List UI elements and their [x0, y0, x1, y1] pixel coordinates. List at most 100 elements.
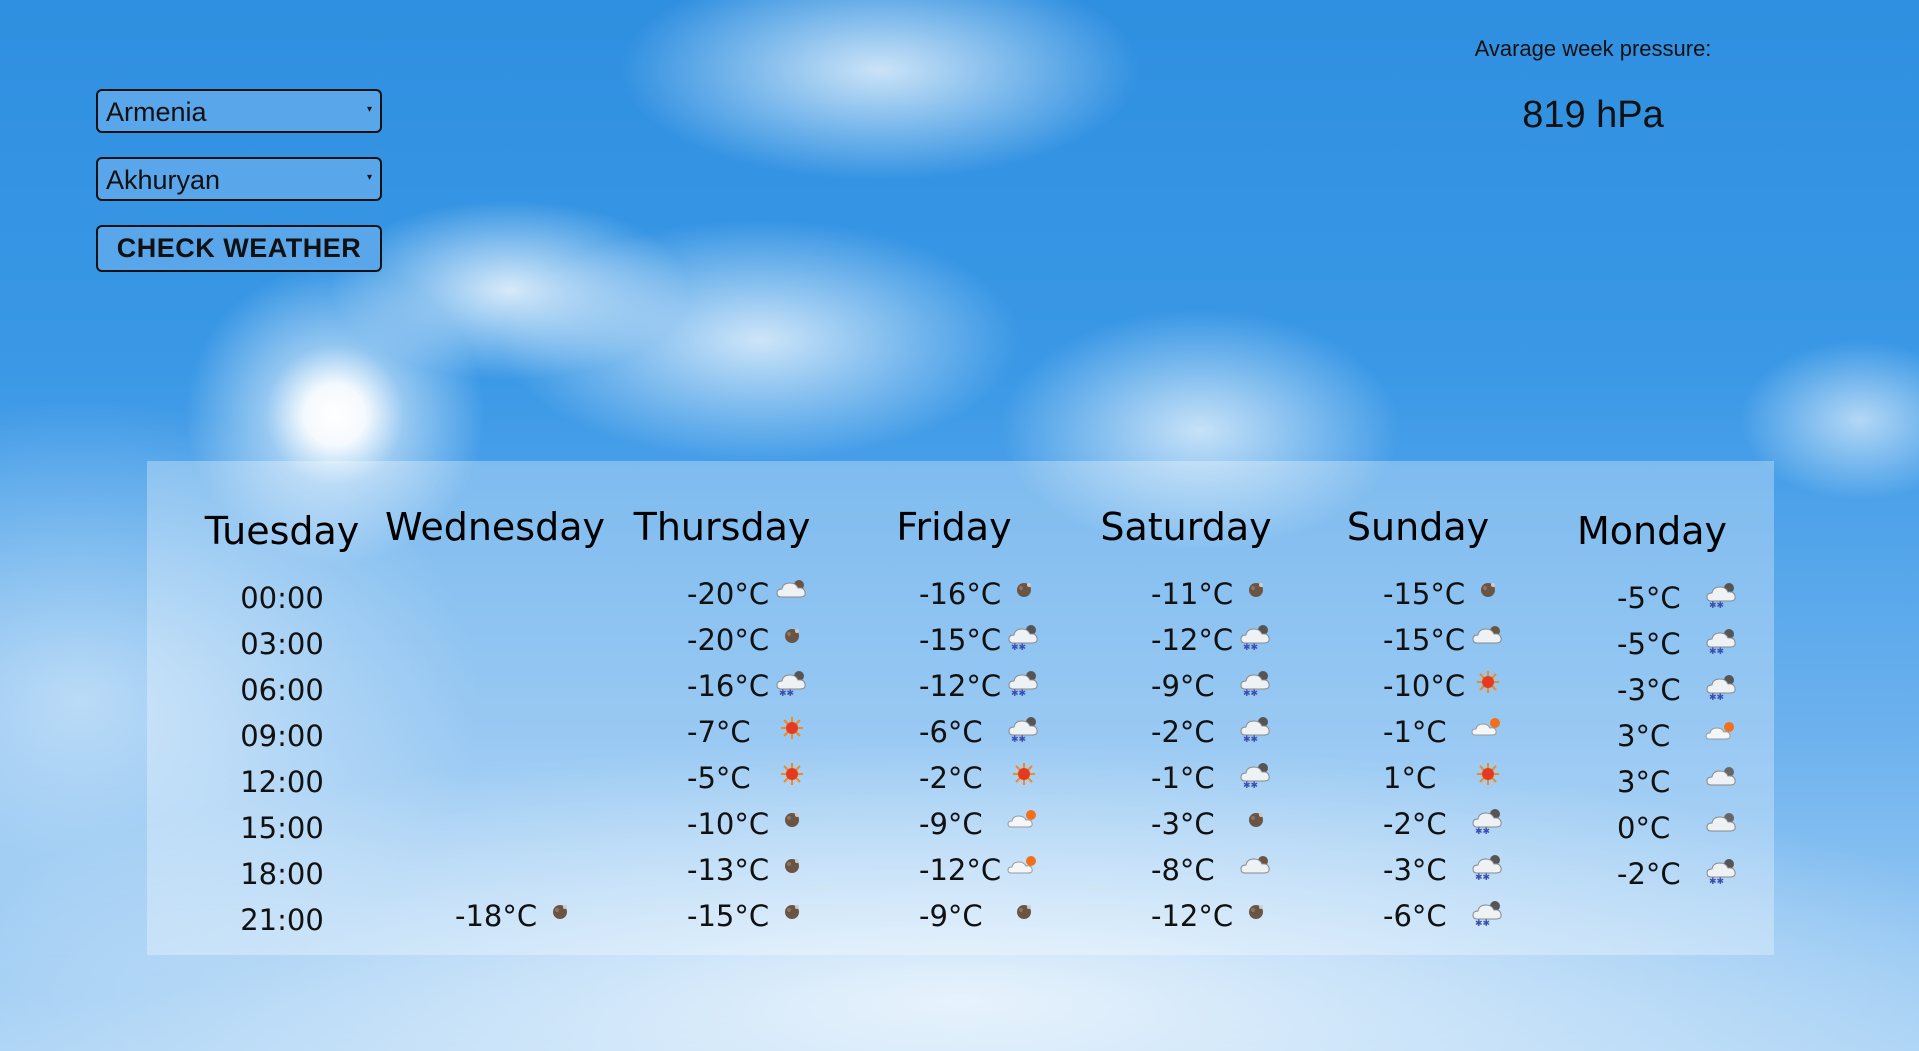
forecast-entry: -8°C — [1081, 853, 1291, 893]
clear-sky-icon — [1471, 667, 1505, 697]
check-weather-button[interactable]: CHECK WEATHER — [96, 225, 382, 272]
forecast-entry: -1°C ✱✱ — [1081, 761, 1291, 801]
overcast-clouds-icon — [1007, 897, 1041, 927]
forecast-entry: -3°C ✱✱ — [1547, 673, 1757, 713]
snow-icon: ✱✱ — [1007, 713, 1041, 745]
temperature-value: 3°C — [1617, 719, 1671, 753]
clear-sky-icon — [1471, 759, 1505, 789]
time-label: 06:00 — [177, 673, 387, 713]
temperature-value: -15°C — [1383, 577, 1466, 611]
temperature-value: -9°C — [1151, 669, 1215, 703]
forecast-entry: -6°C ✱✱ — [849, 715, 1059, 755]
time-text: 12:00 — [240, 765, 324, 799]
snow-icon: ✱✱ — [1471, 851, 1505, 883]
forecast-entry: -3°C ✱✱ — [1313, 853, 1523, 893]
temperature-value: -18°C — [455, 899, 538, 933]
temperature-value: -15°C — [1383, 623, 1466, 657]
temperature-value: -5°C — [1617, 581, 1681, 615]
forecast-entry: -9°C — [849, 807, 1059, 847]
temperature-value: -6°C — [919, 715, 983, 749]
pressure-value: 819 hPa — [1522, 94, 1664, 136]
forecast-entry: -10°C — [1313, 669, 1523, 709]
snow-icon: ✱✱ — [1705, 671, 1739, 703]
svg-text:✱✱: ✱✱ — [1243, 643, 1258, 651]
svg-text:✱✱: ✱✱ — [1011, 689, 1026, 697]
svg-text:✱✱: ✱✱ — [1011, 643, 1026, 651]
day-title: Friday — [896, 505, 1012, 549]
temperature-value: -15°C — [687, 899, 770, 933]
forecast-entry: -12°C — [849, 853, 1059, 893]
time-label: 09:00 — [177, 719, 387, 759]
svg-text:✱✱: ✱✱ — [1243, 735, 1258, 743]
temperature-value: -12°C — [1151, 899, 1234, 933]
forecast-entry: -12°C ✱✱ — [1081, 623, 1291, 663]
chevron-down-icon: ▾ — [366, 172, 372, 183]
temperature-value: -20°C — [687, 577, 770, 611]
temperature-value: -16°C — [687, 669, 770, 703]
temperature-value: 3°C — [1617, 765, 1671, 799]
scattered-clouds-icon — [1705, 763, 1739, 793]
temperature-value: 1°C — [1383, 761, 1437, 795]
time-text: 00:00 — [240, 581, 324, 615]
forecast-entry: -12°C — [1081, 899, 1291, 939]
overcast-clouds-icon — [775, 805, 809, 835]
broken-clouds-icon — [1471, 621, 1505, 651]
day-title: Saturday — [1100, 505, 1272, 549]
svg-text:✱✱: ✱✱ — [1475, 919, 1490, 927]
svg-text:✱✱: ✱✱ — [1011, 735, 1026, 743]
temperature-value: -2°C — [919, 761, 983, 795]
forecast-entry: -5°C — [617, 761, 827, 801]
overcast-clouds-icon — [775, 851, 809, 881]
forecast-entry: -15°C — [1313, 577, 1523, 617]
temperature-value: -9°C — [919, 899, 983, 933]
temperature-value: -12°C — [1151, 623, 1234, 657]
svg-text:✱✱: ✱✱ — [1709, 647, 1724, 655]
forecast-entry: -20°C — [617, 623, 827, 663]
few-clouds-icon — [1471, 713, 1505, 743]
few-clouds-icon — [1705, 717, 1739, 747]
snow-icon: ✱✱ — [1007, 667, 1041, 699]
forecast-entry: -2°C ✱✱ — [1313, 807, 1523, 847]
few-clouds-icon — [1007, 851, 1041, 881]
forecast-entry: -16°C — [849, 577, 1059, 617]
clear-sky-icon — [1007, 759, 1041, 789]
temperature-value: -10°C — [687, 807, 770, 841]
overcast-clouds-icon — [775, 897, 809, 927]
temperature-value: -16°C — [919, 577, 1002, 611]
forecast-entry: -2°C — [849, 761, 1059, 801]
forecast-entry: -3°C — [1081, 807, 1291, 847]
time-text: 21:00 — [240, 903, 324, 937]
city-select[interactable]: Akhuryan ▾ — [96, 157, 382, 201]
forecast-entry: -2°C ✱✱ — [1547, 857, 1757, 897]
day-title: Thursday — [633, 505, 811, 549]
overcast-clouds-icon — [1239, 805, 1273, 835]
forecast-entry: 3°C — [1547, 719, 1757, 759]
forecast-entry: -9°C — [849, 899, 1059, 939]
forecast-entry: 1°C — [1313, 761, 1523, 801]
temperature-value: -12°C — [919, 669, 1002, 703]
snow-icon: ✱✱ — [1471, 805, 1505, 837]
forecast-entry: -10°C — [617, 807, 827, 847]
temperature-value: -2°C — [1151, 715, 1215, 749]
temperature-value: -1°C — [1383, 715, 1447, 749]
time-text: 06:00 — [240, 673, 324, 707]
temperature-value: -5°C — [687, 761, 751, 795]
snow-icon: ✱✱ — [1705, 625, 1739, 657]
forecast-entry: -15°C ✱✱ — [849, 623, 1059, 663]
time-text: 09:00 — [240, 719, 324, 753]
temperature-value: -20°C — [687, 623, 770, 657]
forecast-entry: -15°C — [1313, 623, 1523, 663]
country-select[interactable]: Armenia ▾ — [96, 89, 382, 133]
temperature-value: -7°C — [687, 715, 751, 749]
temperature-value: -11°C — [1151, 577, 1234, 611]
forecast-entry: -15°C — [617, 899, 827, 939]
temperature-value: -9°C — [919, 807, 983, 841]
time-label: 18:00 — [177, 857, 387, 897]
overcast-clouds-icon — [775, 621, 809, 651]
temperature-value: -2°C — [1383, 807, 1447, 841]
forecast-entry: -1°C — [1313, 715, 1523, 755]
forecast-entry: -5°C ✱✱ — [1547, 627, 1757, 667]
country-select-value: Armenia — [106, 97, 207, 127]
snow-icon: ✱✱ — [1471, 897, 1505, 929]
temperature-value: -13°C — [687, 853, 770, 887]
